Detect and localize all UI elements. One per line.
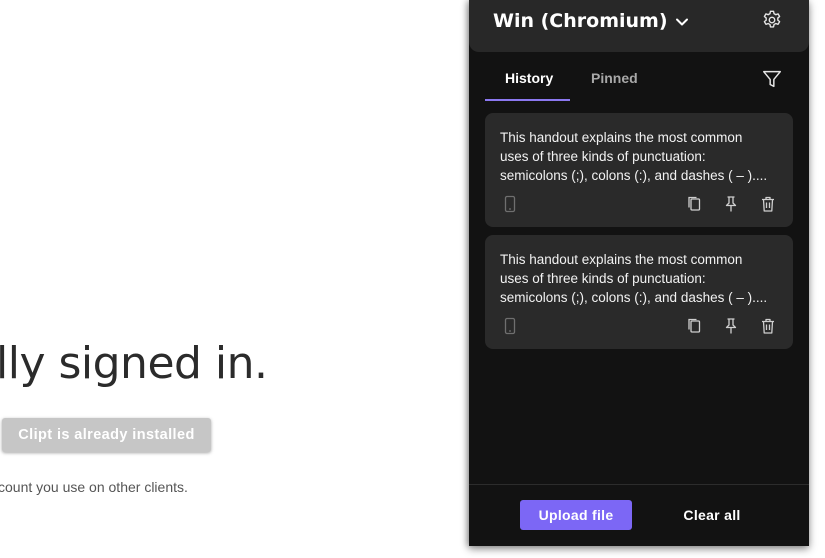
pin-icon[interactable] <box>722 317 740 335</box>
already-installed-button[interactable]: Clipt is already installed <box>2 418 211 452</box>
footer-divider <box>469 484 809 485</box>
tab-pinned[interactable]: Pinned <box>591 70 638 86</box>
upload-file-button[interactable]: Upload file <box>520 500 632 530</box>
copy-icon[interactable] <box>685 317 703 335</box>
trash-icon[interactable] <box>759 317 777 335</box>
chevron-down-icon[interactable] <box>674 14 690 30</box>
page-heading: lly signed in. <box>0 338 268 389</box>
trash-icon[interactable] <box>759 195 777 213</box>
page-note: count you use on other clients. <box>0 479 188 495</box>
phone-icon <box>504 195 516 213</box>
filter-icon[interactable] <box>761 68 783 90</box>
gear-icon[interactable] <box>761 9 783 31</box>
clip-text: This handout explains the most common us… <box>500 130 768 183</box>
phone-icon <box>504 317 516 335</box>
tab-history[interactable]: History <box>505 70 553 86</box>
clip-card[interactable]: This handout explains the most common us… <box>485 113 793 227</box>
clip-card[interactable]: This handout explains the most common us… <box>485 235 793 349</box>
pin-icon[interactable] <box>722 195 740 213</box>
clipt-popup: Win (Chromium) History Pinned This hando… <box>469 0 809 546</box>
active-tab-indicator <box>485 99 570 101</box>
copy-icon[interactable] <box>685 195 703 213</box>
clear-all-button[interactable]: Clear all <box>669 500 755 530</box>
tab-bar: History Pinned <box>469 52 809 102</box>
popup-header: Win (Chromium) <box>469 0 809 52</box>
clip-text: This handout explains the most common us… <box>500 252 768 305</box>
device-name[interactable]: Win (Chromium) <box>493 10 668 32</box>
